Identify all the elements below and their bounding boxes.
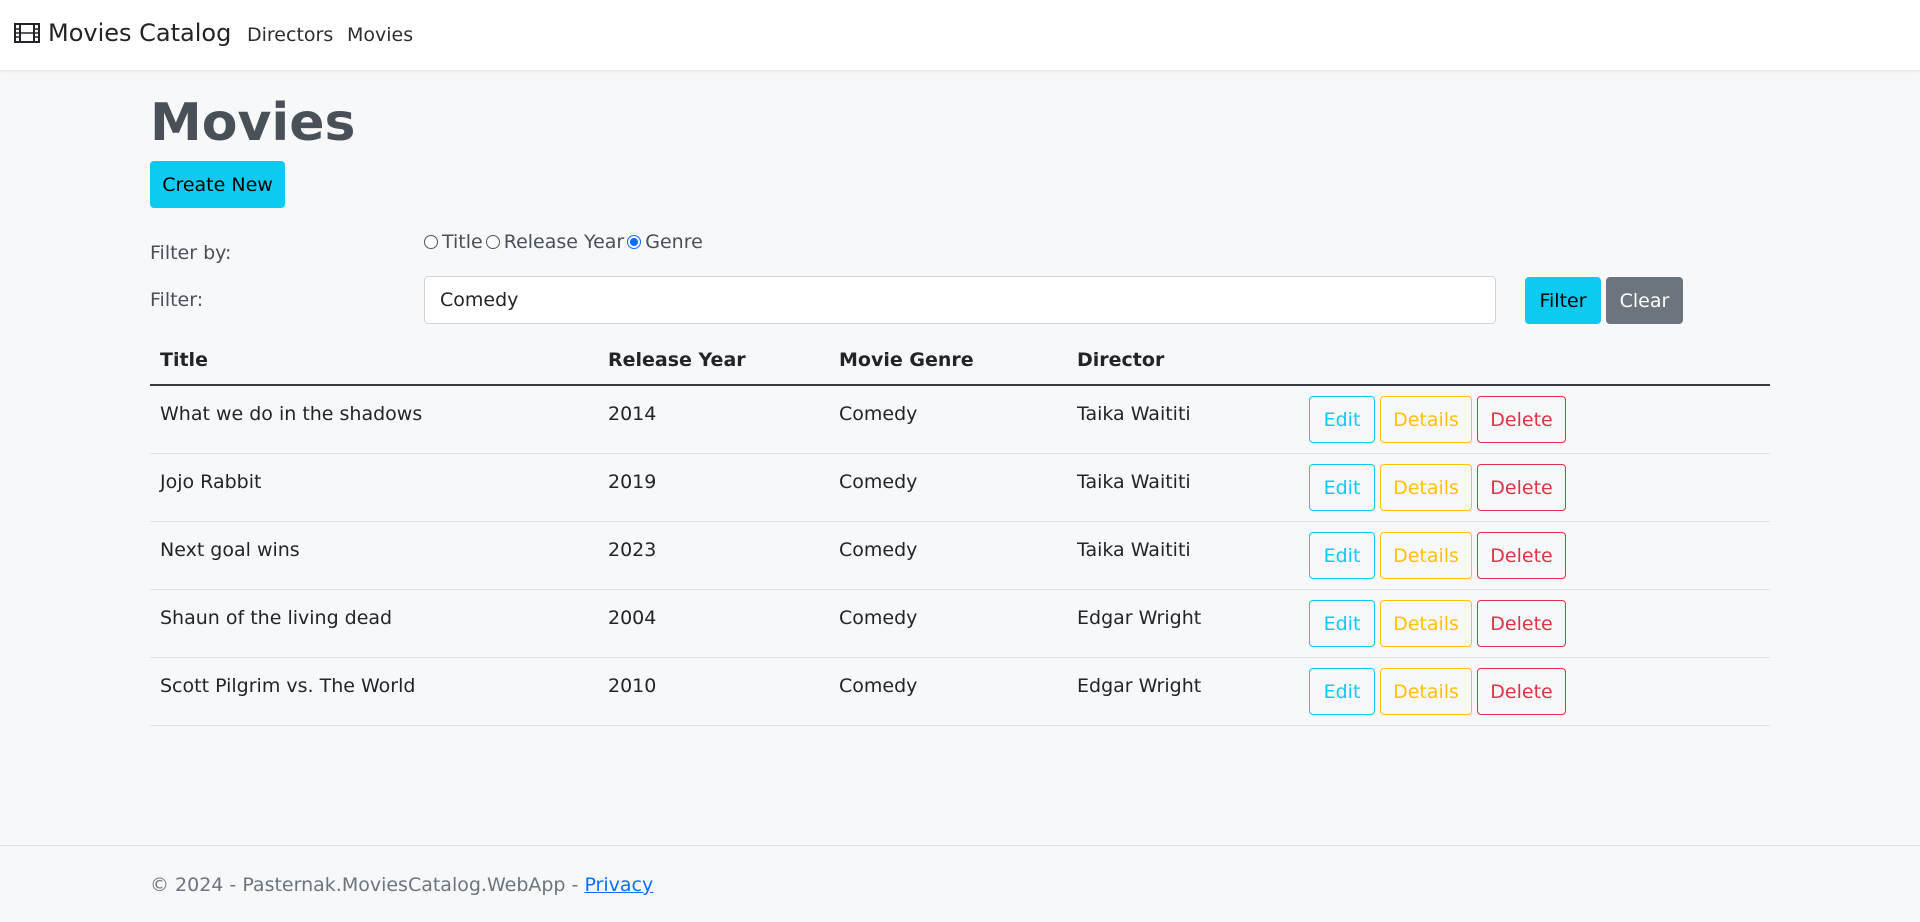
cell-title: Scott Pilgrim vs. The World	[160, 675, 416, 697]
cell-release-year: 2010	[608, 675, 657, 697]
cell-title: Next goal wins	[160, 539, 300, 561]
delete-button[interactable]: Delete	[1477, 532, 1566, 579]
table-header: Title Release Year Movie Genre Director	[150, 333, 1770, 386]
cell-release-year: 2019	[608, 471, 657, 493]
cell-genre: Comedy	[839, 539, 918, 561]
table-row: What we do in the shadows 2014 Comedy Ta…	[150, 386, 1770, 454]
edit-button[interactable]: Edit	[1309, 532, 1375, 579]
cell-genre: Comedy	[839, 607, 918, 629]
cell-director: Edgar Wright	[1077, 675, 1202, 697]
cell-genre: Comedy	[839, 675, 918, 697]
cell-release-year: 2023	[608, 539, 657, 561]
footer-text: © 2024 - Pasternak.MoviesCatalog.WebApp …	[150, 874, 653, 896]
header-director: Director	[1077, 349, 1165, 371]
filter-label: Filter:	[150, 289, 204, 311]
details-button[interactable]: Details	[1380, 600, 1472, 647]
radio-title-label: Title	[442, 231, 483, 253]
filter-button[interactable]: Filter	[1525, 277, 1601, 324]
filter-by-radio-group: Title Release Year Genre	[424, 231, 706, 253]
cell-release-year: 2014	[608, 403, 657, 425]
cell-genre: Comedy	[839, 403, 918, 425]
filter-input-value: Comedy	[440, 289, 519, 311]
cell-director: Edgar Wright	[1077, 607, 1202, 629]
header-movie-genre: Movie Genre	[839, 349, 974, 371]
cell-director: Taika Waititi	[1077, 539, 1191, 561]
delete-button[interactable]: Delete	[1477, 600, 1566, 647]
brand-link[interactable]: Movies Catalog	[14, 19, 231, 47]
radio-release-year-label: Release Year	[503, 231, 625, 253]
cell-director: Taika Waititi	[1077, 471, 1191, 493]
movies-table: Title Release Year Movie Genre Director …	[150, 333, 1770, 726]
nav-link-movies[interactable]: Movies	[347, 24, 413, 46]
table-row: Shaun of the living dead 2004 Comedy Edg…	[150, 590, 1770, 658]
cell-release-year: 2004	[608, 607, 657, 629]
details-button[interactable]: Details	[1380, 532, 1472, 579]
privacy-link[interactable]: Privacy	[584, 874, 653, 896]
cell-genre: Comedy	[839, 471, 918, 493]
details-button[interactable]: Details	[1380, 396, 1472, 443]
header-release-year: Release Year	[608, 349, 746, 371]
clear-button[interactable]: Clear	[1606, 277, 1683, 324]
edit-button[interactable]: Edit	[1309, 396, 1375, 443]
nav-link-directors[interactable]: Directors	[247, 24, 333, 46]
edit-button[interactable]: Edit	[1309, 668, 1375, 715]
radio-title[interactable]	[424, 235, 438, 249]
create-new-button[interactable]: Create New	[150, 161, 285, 208]
radio-genre[interactable]	[627, 235, 642, 249]
film-icon	[14, 23, 40, 43]
table-row: Next goal wins 2023 Comedy Taika Waititi…	[150, 522, 1770, 590]
footer: © 2024 - Pasternak.MoviesCatalog.WebApp …	[0, 845, 1920, 922]
table-row: Jojo Rabbit 2019 Comedy Taika Waititi Ed…	[150, 454, 1770, 522]
details-button[interactable]: Details	[1380, 668, 1472, 715]
cell-title: Shaun of the living dead	[160, 607, 393, 629]
details-button[interactable]: Details	[1380, 464, 1472, 511]
brand-label: Movies Catalog	[48, 19, 232, 47]
radio-release-year[interactable]	[485, 235, 500, 249]
delete-button[interactable]: Delete	[1477, 396, 1566, 443]
footer-copyright: © 2024 - Pasternak.MoviesCatalog.WebApp …	[150, 874, 585, 896]
table-row: Scott Pilgrim vs. The World 2010 Comedy …	[150, 658, 1770, 726]
delete-button[interactable]: Delete	[1477, 668, 1566, 715]
navbar: Movies Catalog Directors Movies	[0, 0, 1920, 71]
header-title: Title	[160, 349, 208, 371]
filter-by-label: Filter by:	[150, 242, 232, 264]
delete-button[interactable]: Delete	[1477, 464, 1566, 511]
radio-genre-label: Genre	[645, 231, 703, 253]
filter-input[interactable]: Comedy	[424, 276, 1496, 324]
cell-title: What we do in the shadows	[160, 403, 423, 425]
edit-button[interactable]: Edit	[1309, 464, 1375, 511]
page-title: Movies	[150, 93, 356, 153]
cell-director: Taika Waititi	[1077, 403, 1191, 425]
edit-button[interactable]: Edit	[1309, 600, 1375, 647]
cell-title: Jojo Rabbit	[160, 471, 262, 493]
